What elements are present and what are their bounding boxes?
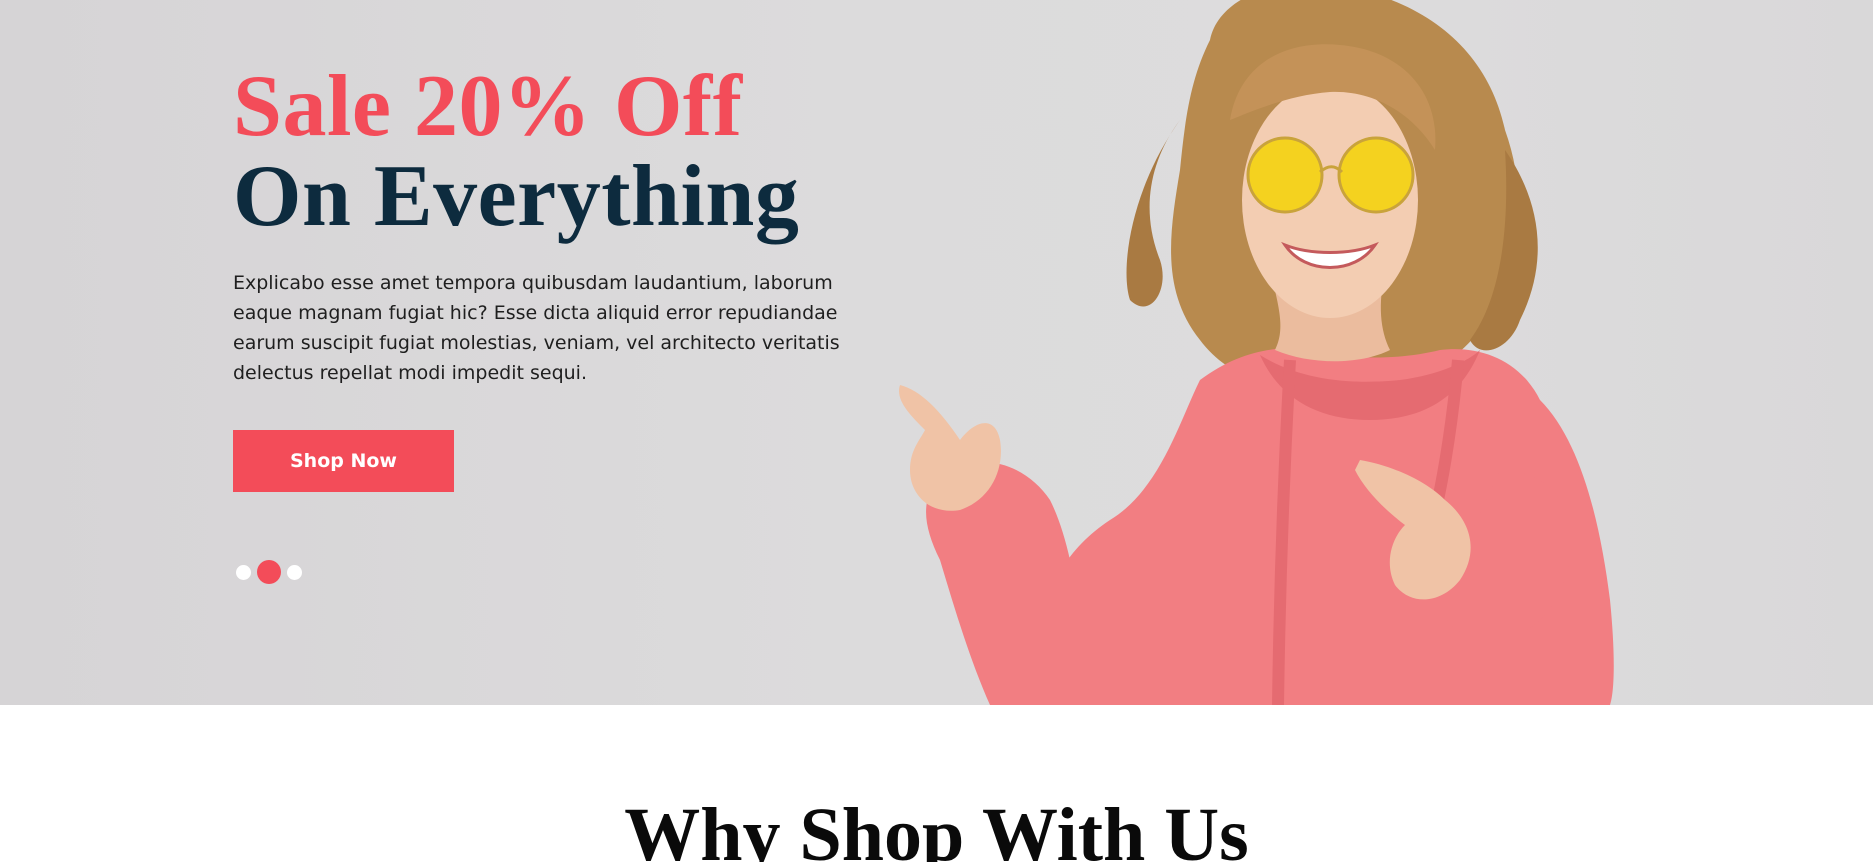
slider-dots (236, 560, 302, 584)
hero-content: Sale 20% Off On Everything Explicabo ess… (233, 62, 913, 388)
section-title-why-shop: Why Shop With Us (624, 793, 1249, 862)
shop-now-button[interactable]: Shop Now (233, 430, 454, 492)
slider-dot-1[interactable] (236, 564, 251, 580)
hero-description: Explicabo esse amet tempora quibusdam la… (233, 272, 840, 384)
slider-dot-3[interactable] (287, 564, 302, 580)
hero-headline-everything: On Everything (233, 148, 800, 245)
hero-headline-sale: Sale 20% Off (233, 58, 743, 155)
hero-banner: Sale 20% Off On Everything Explicabo ess… (0, 0, 1873, 705)
slider-dot-2-active[interactable] (257, 560, 281, 584)
hero-model-image (899, 0, 1614, 705)
